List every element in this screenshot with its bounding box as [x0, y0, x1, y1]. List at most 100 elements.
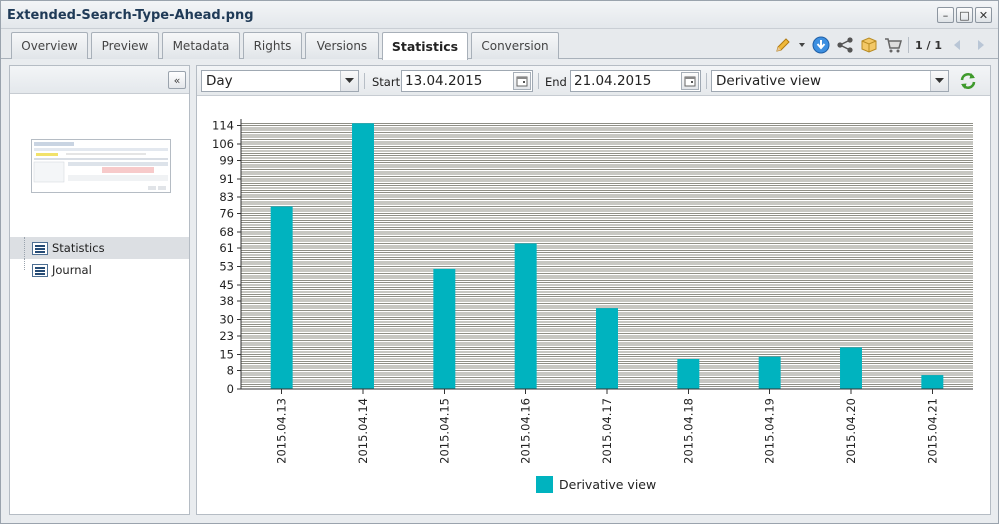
- page-indicator: 1 / 1: [915, 38, 942, 52]
- legend-swatch: [536, 476, 553, 493]
- x-tick-label: 2015.04.13: [275, 398, 289, 464]
- calendar-icon[interactable]: [513, 72, 531, 90]
- y-tick-label: 53: [219, 260, 234, 274]
- bar-2015.04.18: [677, 358, 700, 389]
- sidebar-item-label: Statistics: [52, 241, 105, 255]
- x-tick-label: 2015.04.18: [681, 398, 695, 464]
- refresh-icon: [960, 73, 976, 89]
- window-title: Extended-Search-Type-Ahead.png: [7, 8, 254, 23]
- y-tick-label: 76: [219, 206, 234, 220]
- view-value: Derivative view: [716, 73, 821, 89]
- y-tick-label: 23: [219, 329, 234, 343]
- chevron-down-icon[interactable]: [340, 71, 358, 91]
- maximize-icon: □: [959, 8, 970, 22]
- document-window: Extended-Search-Type-Ahead.png – □ ✕ Ove…: [0, 0, 999, 524]
- tab-versions[interactable]: Versions: [305, 32, 379, 59]
- bar-2015.04.21: [921, 375, 944, 389]
- legend-label: Derivative view: [559, 477, 656, 492]
- sidebar-item-statistics[interactable]: Statistics: [10, 237, 189, 259]
- bar-2015.04.17: [596, 308, 618, 389]
- document-toolbar: 1 / 1: [774, 35, 990, 55]
- bar-2015.04.15: [433, 268, 456, 389]
- x-tick-label: 2015.04.20: [844, 398, 858, 464]
- start-date-value: 13.04.2015: [405, 73, 483, 89]
- report-icon: [32, 263, 48, 277]
- refresh-button[interactable]: [958, 71, 978, 91]
- tab-statistics[interactable]: Statistics: [382, 32, 468, 60]
- report-icon: [32, 241, 48, 255]
- cart-icon[interactable]: [884, 36, 903, 54]
- y-tick-label: 83: [219, 190, 234, 204]
- x-axis-ticks: 2015.04.13 2015.04.14 2015.04.15 2015.04.16…: [275, 389, 939, 464]
- interval-value: Day: [206, 73, 233, 89]
- y-tick-label: 15: [219, 347, 234, 361]
- statistics-tree: Statistics Journal: [10, 237, 189, 281]
- y-tick-label: 99: [219, 153, 234, 167]
- x-tick-label: 2015.04.15: [437, 398, 451, 464]
- calendar-icon[interactable]: [681, 72, 699, 90]
- sidebar-item-journal[interactable]: Journal: [10, 259, 189, 281]
- y-tick-label: 0: [227, 382, 234, 396]
- interval-select[interactable]: Day: [201, 70, 359, 92]
- tab-preview[interactable]: Preview: [91, 32, 159, 59]
- filter-divider: [538, 73, 539, 89]
- tab-overview[interactable]: Overview: [11, 32, 88, 59]
- end-date-label: End: [545, 75, 567, 89]
- y-tick-label: 30: [219, 313, 234, 327]
- chart-legend: Derivative view: [536, 476, 656, 493]
- close-button[interactable]: ✕: [975, 7, 992, 23]
- end-date-field[interactable]: 21.04.2015: [570, 70, 701, 92]
- bar-2015.04.16: [514, 243, 537, 389]
- tab-conversion[interactable]: Conversion: [471, 32, 559, 59]
- bar-2015.04.13: [270, 206, 293, 389]
- tree-connector: [24, 259, 25, 270]
- start-date-label: Start: [372, 75, 401, 89]
- chevron-down-icon[interactable]: [798, 36, 806, 54]
- pencil-icon[interactable]: [774, 36, 792, 54]
- view-select[interactable]: Derivative view: [711, 70, 949, 92]
- navigation-panel: « Statistics Journal: [9, 65, 190, 515]
- minimize-icon: –: [942, 8, 949, 22]
- share-icon[interactable]: [836, 36, 854, 54]
- tab-rights[interactable]: Rights: [243, 32, 302, 59]
- y-tick-label: 68: [219, 225, 234, 239]
- tab-metadata[interactable]: Metadata: [162, 32, 240, 59]
- title-bar: Extended-Search-Type-Ahead.png – □ ✕: [1, 1, 998, 29]
- y-axis-ticks: 0 8 15 23 30 38 45 53 61 68 76 83 91 99 106 114: [212, 119, 241, 396]
- x-tick-label: 2015.04.17: [600, 398, 614, 464]
- x-tick-label: 2015.04.21: [925, 398, 939, 464]
- bar-2015.04.19: [758, 356, 781, 389]
- start-date-field[interactable]: 13.04.2015: [401, 70, 533, 92]
- y-tick-label: 91: [219, 172, 234, 186]
- box-icon[interactable]: [860, 36, 878, 54]
- minimize-button[interactable]: –: [937, 7, 954, 23]
- navigation-panel-header: «: [10, 66, 189, 94]
- y-tick-label: 38: [219, 294, 234, 308]
- bar-2015.04.14: [352, 123, 374, 389]
- download-icon[interactable]: [812, 36, 830, 54]
- toolbar-divider: [908, 37, 910, 53]
- double-chevron-left-icon: «: [173, 73, 181, 87]
- maximize-button[interactable]: □: [956, 7, 973, 23]
- y-tick-label: 61: [219, 241, 234, 255]
- prev-icon[interactable]: [948, 36, 966, 54]
- y-tick-label: 106: [212, 137, 234, 151]
- statistics-panel: Day Start 13.04.2015 End 21.04.2015 Deri…: [196, 65, 991, 515]
- next-icon[interactable]: [972, 36, 990, 54]
- statistics-filter-bar: Day Start 13.04.2015 End 21.04.2015 Deri…: [197, 66, 990, 96]
- y-tick-label: 45: [219, 278, 234, 292]
- close-icon: ✕: [978, 8, 989, 22]
- x-tick-label: 2015.04.14: [356, 398, 370, 464]
- y-tick-label: 8: [227, 364, 234, 378]
- collapse-panel-button[interactable]: «: [168, 71, 186, 89]
- x-tick-label: 2015.04.16: [519, 398, 533, 464]
- document-thumbnail[interactable]: [31, 139, 171, 193]
- filter-divider: [364, 73, 365, 89]
- statistics-chart: 0 8 15 23 30 38 45 53 61 68 76 83 91 99 106 114 2015.04…: [197, 96, 990, 514]
- y-tick-label: 114: [212, 119, 234, 133]
- filter-divider: [706, 73, 707, 89]
- tree-connector: [24, 237, 25, 259]
- end-date-value: 21.04.2015: [574, 73, 652, 89]
- window-controls: – □ ✕: [937, 7, 992, 23]
- chevron-down-icon[interactable]: [930, 71, 948, 91]
